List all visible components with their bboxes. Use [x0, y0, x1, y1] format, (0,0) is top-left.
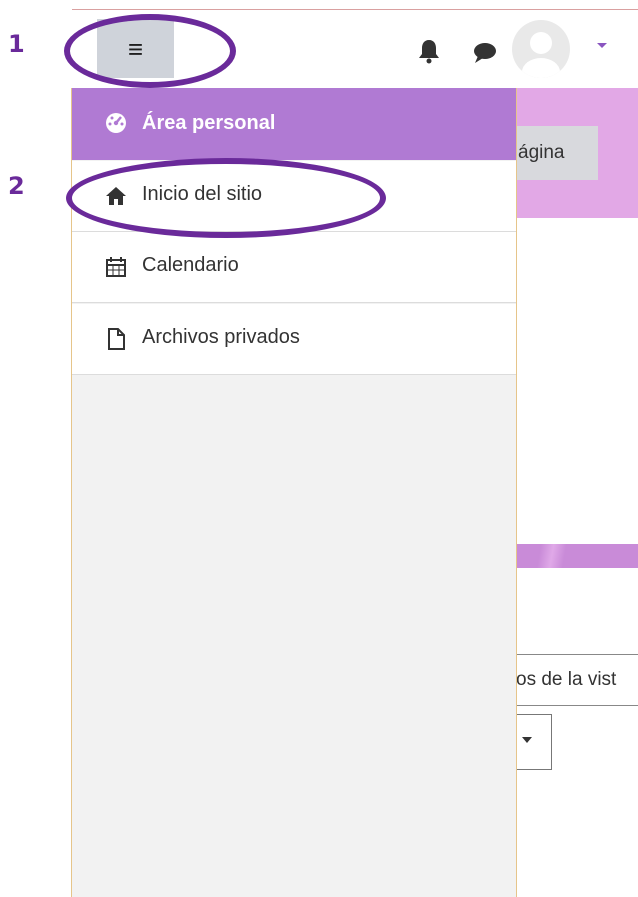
user-avatar-icon[interactable]: [512, 20, 570, 78]
caret-down-icon[interactable]: [597, 43, 607, 48]
header-top-line: [72, 9, 638, 10]
dashboard-icon: [106, 113, 126, 133]
chat-icon[interactable]: [470, 40, 500, 66]
bell-icon[interactable]: [414, 36, 444, 66]
drawer-item-label: Área personal: [142, 112, 276, 134]
annotation-ellipse-1: [64, 14, 236, 88]
drawer-item-area-personal[interactable]: Área personal: [72, 88, 516, 160]
decorative-stripe: [516, 544, 638, 568]
step-number-1: 1: [8, 30, 25, 58]
view-select[interactable]: os de la vist: [516, 654, 638, 706]
dropdown-arrow-icon: [522, 737, 532, 743]
annotation-ellipse-2: [66, 158, 386, 238]
calendar-icon: [106, 257, 126, 277]
file-icon: [108, 328, 125, 350]
drawer-item-label: Archivos privados: [142, 326, 300, 348]
drawer-item-label: Calendario: [142, 254, 239, 276]
drawer-item-calendario[interactable]: Calendario: [72, 232, 516, 303]
dropdown-toggle[interactable]: [516, 714, 552, 770]
step-number-2: 2: [8, 172, 25, 200]
drawer-item-archivos[interactable]: Archivos privados: [72, 304, 516, 375]
page-action-button[interactable]: ágina: [516, 126, 598, 180]
